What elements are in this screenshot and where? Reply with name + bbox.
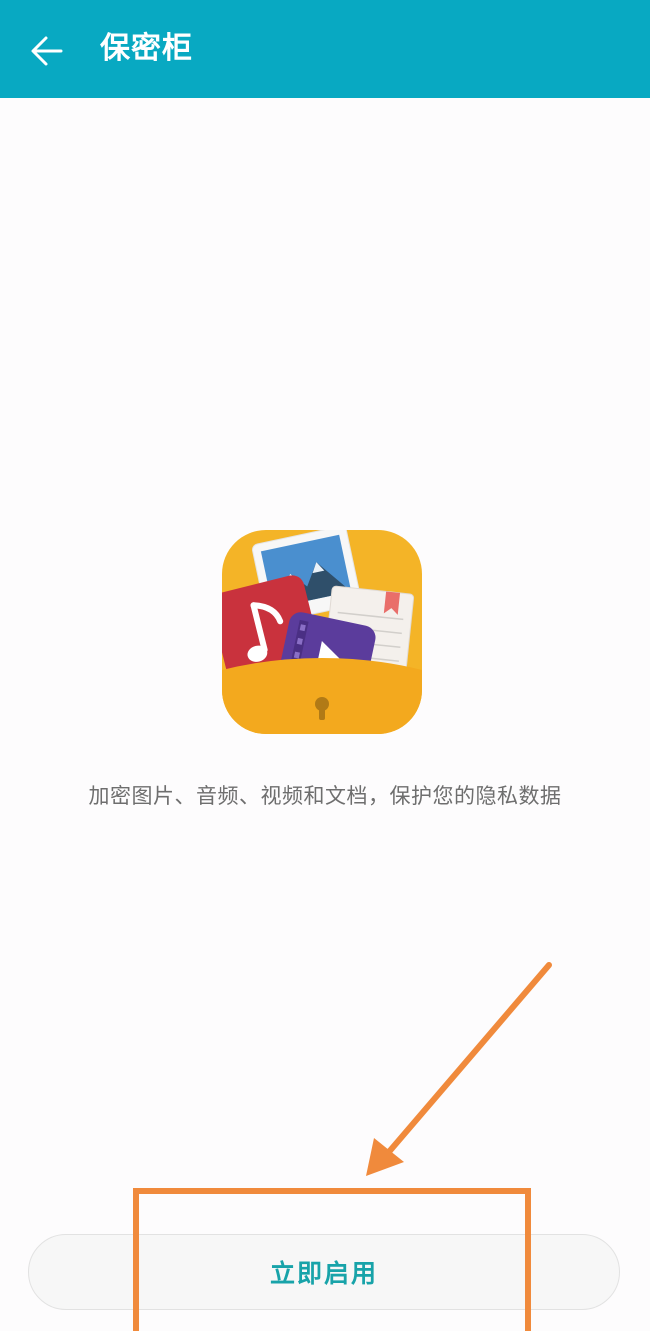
- enable-now-button[interactable]: 立即启用: [28, 1234, 620, 1310]
- feature-description: 加密图片、音频、视频和文档，保护您的隐私数据: [88, 784, 562, 808]
- page-title: 保密柜: [100, 31, 193, 66]
- app-bar: 保密柜: [0, 0, 650, 98]
- vault-folder-icon: [210, 520, 432, 742]
- back-button[interactable]: [22, 26, 72, 76]
- arrow-left-icon: [31, 36, 63, 66]
